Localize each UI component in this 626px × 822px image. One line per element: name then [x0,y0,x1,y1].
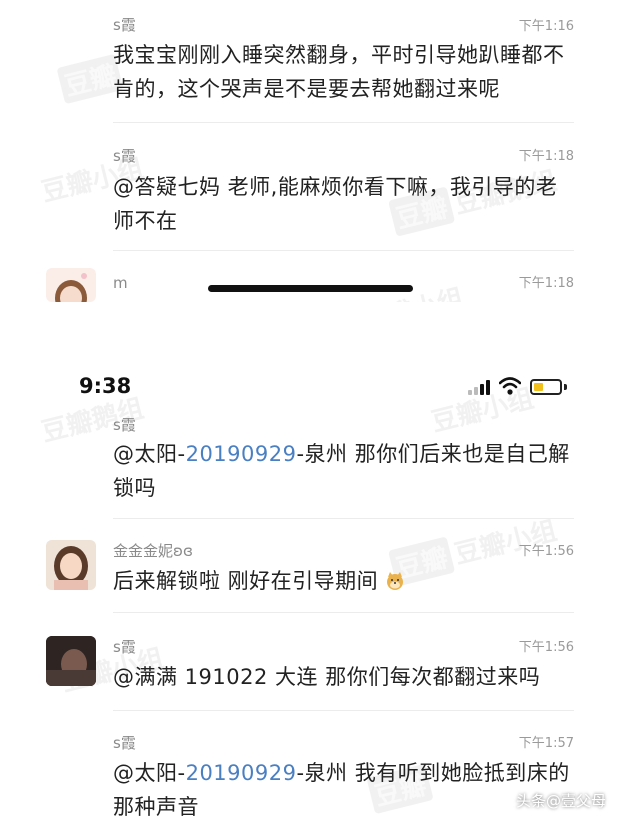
battery-cap [564,384,567,390]
mention-number[interactable]: 20190929 [186,761,297,785]
signature: 头条@壹父母 [515,792,606,810]
avatar-image [46,540,96,590]
mention[interactable]: @太阳- [113,442,186,466]
message-time: 下午1:16 [518,19,574,34]
sender-name: s霞 [113,416,136,434]
home-indicator [208,285,413,292]
mention-number[interactable]: 20190929 [186,442,297,466]
message-text: @答疑七妈 老师,能麻烦你看下嘛，我引导的老师不在 [113,175,558,233]
message-text: @太阳-20190929-泉州 我有听到她脸抵到床的那种声音 [113,761,570,819]
sender-name: s霞 [113,734,136,752]
sender-name: 金金金妮ʚɞ [113,542,193,560]
avatar[interactable] [46,268,96,302]
mention[interactable]: @太阳- [113,761,186,785]
divider [113,122,574,123]
signal-icon [468,379,492,395]
battery-icon [530,379,562,395]
message-time: 下午1:18 [518,149,574,164]
status-bar: 9:38 [0,370,626,406]
message-time: 下午1:56 [518,640,574,655]
sender-name: s霞 [113,16,136,34]
avatar[interactable] [46,540,96,590]
avatar-image [46,636,96,686]
divider [113,518,574,519]
divider [113,250,574,251]
divider [113,710,574,711]
screenshot-gap [0,302,626,358]
avatar[interactable] [46,636,96,686]
wifi-icon [499,377,521,395]
sender-name: s霞 [113,147,136,165]
status-clock: 9:38 [79,374,132,398]
divider [113,612,574,613]
message-text: 我宝宝刚刚入睡突然翻身，平时引导她趴睡都不肯的，这个哭声是不是要去帮她翻过来呢 [113,43,565,101]
sender-name: s霞 [113,638,136,656]
message-text: 后来解锁啦 刚好在引导期间 [113,564,573,598]
sender-name: m [113,274,128,292]
message-text: @满满 191022 大连 那你们每次都翻过来吗 [113,665,541,689]
message-time: 下午1:57 [518,736,574,751]
doge-emoji-icon [387,572,404,590]
avatar-image [55,273,87,302]
message-time: 下午1:56 [518,544,574,559]
message-time: 下午1:18 [518,276,574,291]
message-text: @太阳-20190929-泉州 那你们后来也是自己解锁吗 [113,442,570,500]
